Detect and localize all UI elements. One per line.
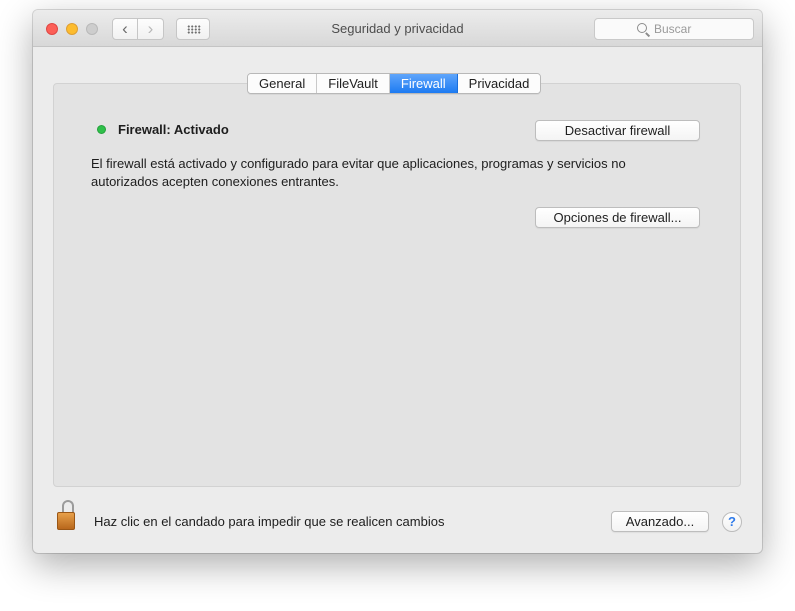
tab-bar: General FileVault Firewall Privacidad bbox=[247, 73, 542, 94]
tab-general[interactable]: General bbox=[248, 74, 318, 93]
deactivate-firewall-button[interactable]: Desactivar firewall bbox=[535, 120, 700, 141]
security-privacy-window: ‹ › Seguridad y privacidad Buscar Genera… bbox=[33, 10, 762, 553]
firewall-status-label: Firewall: Activado bbox=[118, 122, 229, 137]
title-bar: ‹ › Seguridad y privacidad Buscar bbox=[33, 10, 762, 47]
tab-firewall[interactable]: Firewall bbox=[389, 74, 458, 93]
search-icon bbox=[637, 23, 647, 33]
tab-filevault[interactable]: FileVault bbox=[317, 74, 390, 93]
lock-message: Haz clic en el candado para impedir que … bbox=[94, 514, 445, 529]
firewall-options-button[interactable]: Opciones de firewall... bbox=[535, 207, 700, 228]
firewall-panel bbox=[53, 83, 741, 487]
search-placeholder: Buscar bbox=[654, 22, 692, 36]
advanced-button[interactable]: Avanzado... bbox=[611, 511, 709, 532]
firewall-status-indicator bbox=[97, 125, 106, 134]
help-button[interactable]: ? bbox=[722, 512, 742, 532]
firewall-description: El firewall está activado y configurado … bbox=[91, 156, 626, 189]
search-field[interactable]: Buscar bbox=[594, 18, 754, 40]
lock-icon[interactable] bbox=[57, 500, 79, 532]
tab-privacidad[interactable]: Privacidad bbox=[457, 74, 541, 93]
